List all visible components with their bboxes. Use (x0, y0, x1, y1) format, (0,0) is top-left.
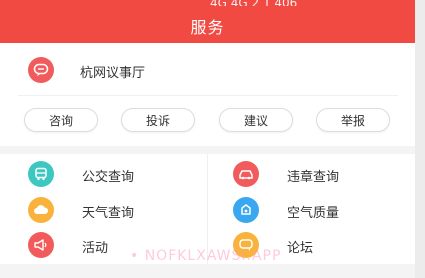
service-label: 违章查询 (287, 170, 340, 185)
divider (18, 95, 398, 96)
service-label: 天气查询 (82, 206, 135, 221)
service-label: 公交查询 (82, 170, 135, 185)
header-bar: 4G 4G 2 1 406 服务 (0, 0, 415, 43)
page-title: 服务 (190, 18, 225, 37)
service-air-quality[interactable]: 空气质量 (233, 192, 425, 228)
service-label: 活动 (82, 241, 109, 256)
service-weather-query[interactable]: 天气查询 (28, 192, 228, 228)
bus-icon (28, 161, 54, 187)
status-bar-fragment: 4G 4G 2 1 406 (210, 0, 410, 6)
consult-button[interactable]: 咨询 (24, 108, 98, 132)
suggestion-button[interactable]: 建议 (219, 108, 293, 132)
complaint-button[interactable]: 投诉 (121, 108, 195, 132)
section-gap (0, 146, 415, 154)
featured-entry-label: 杭网议事厅 (80, 66, 146, 81)
report-button[interactable]: 举报 (316, 108, 390, 132)
service-label: 论坛 (287, 241, 314, 256)
chat-bubble-icon (28, 57, 54, 83)
watermark: • NOFKLXAWSI.APP (130, 248, 282, 264)
service-violation-query[interactable]: 违章查询 (233, 156, 425, 192)
megaphone-icon (28, 232, 54, 258)
weather-cloud-icon (28, 197, 54, 223)
service-bus-query[interactable]: 公交查询 (28, 156, 228, 192)
featured-entry[interactable]: 杭网议事厅 (0, 43, 415, 95)
air-quality-icon (233, 197, 259, 223)
car-icon (233, 161, 259, 187)
bottom-gap (0, 264, 415, 278)
service-label: 空气质量 (287, 206, 340, 221)
